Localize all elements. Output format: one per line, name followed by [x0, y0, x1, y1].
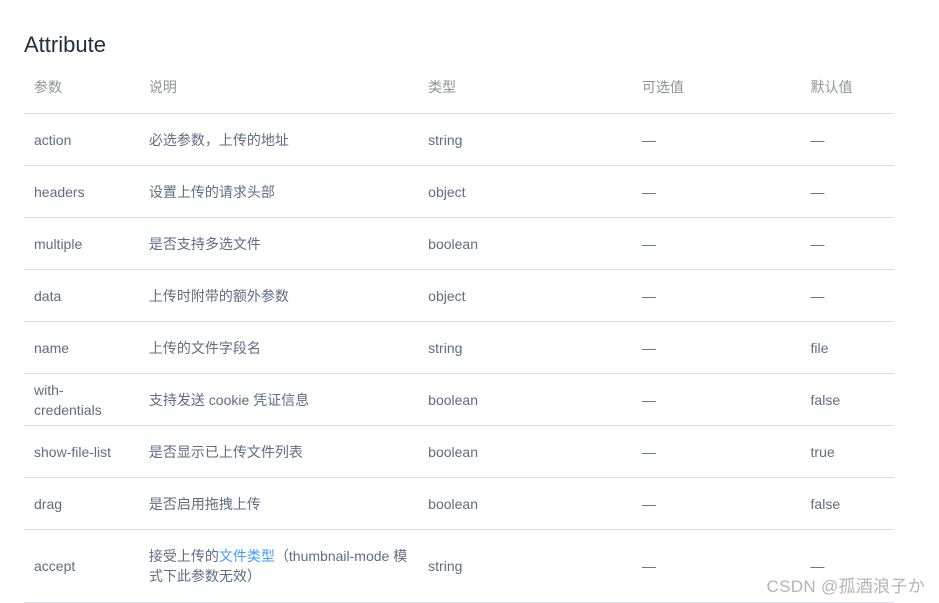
cell-default: file	[800, 321, 894, 374]
table-row: drag 是否启用拖拽上传 boolean — false	[24, 477, 894, 530]
table-row: accept 接受上传的文件类型（thumbnail-mode 模式下此参数无效…	[24, 529, 894, 603]
cell-default: true	[800, 425, 894, 478]
cell-param: headers	[24, 165, 139, 218]
cell-type: object	[418, 165, 632, 218]
file-type-link[interactable]: 文件类型	[219, 548, 275, 564]
cell-options: —	[631, 373, 801, 426]
cell-default: false	[800, 373, 894, 426]
cell-description: 必选参数，上传的地址	[138, 113, 419, 166]
cell-options: —	[631, 269, 801, 322]
cell-default: —	[800, 165, 894, 218]
cell-type: boolean	[418, 477, 632, 530]
cell-type: string	[418, 529, 632, 603]
column-header-description: 说明	[138, 61, 419, 114]
cell-param: data	[24, 269, 139, 322]
cell-description: 接受上传的文件类型（thumbnail-mode 模式下此参数无效）	[138, 529, 419, 603]
cell-param: drag	[24, 477, 139, 530]
cell-description: 上传时附带的额外参数	[138, 269, 419, 322]
cell-description: 是否启用拖拽上传	[138, 477, 419, 530]
column-header-default: 默认值	[800, 61, 894, 114]
cell-type: string	[418, 113, 632, 166]
table-row: with-credentials 支持发送 cookie 凭证信息 boolea…	[24, 373, 894, 426]
table-row: name 上传的文件字段名 string — file	[24, 321, 894, 374]
table-row: show-file-list 是否显示已上传文件列表 boolean — tru…	[24, 425, 894, 478]
cell-param: name	[24, 321, 139, 374]
cell-options: —	[631, 321, 801, 374]
cell-description: 是否支持多选文件	[138, 217, 419, 270]
table-row: data 上传时附带的额外参数 object — —	[24, 269, 894, 322]
cell-options: —	[631, 113, 801, 166]
column-header-param: 参数	[24, 61, 139, 114]
cell-param: action	[24, 113, 139, 166]
cell-description: 是否显示已上传文件列表	[138, 425, 419, 478]
cell-param: multiple	[24, 217, 139, 270]
cell-type: string	[418, 321, 632, 374]
cell-type: boolean	[418, 425, 632, 478]
cell-default: —	[800, 269, 894, 322]
page-title: Attribute	[24, 32, 106, 58]
cell-description: 设置上传的请求头部	[138, 165, 419, 218]
cell-options: —	[631, 477, 801, 530]
cell-description: 上传的文件字段名	[138, 321, 419, 374]
column-header-type: 类型	[418, 61, 632, 114]
cell-param: show-file-list	[24, 425, 139, 478]
attribute-table: 参数 说明 类型 可选值 默认值 action 必选参数，上传的地址 strin…	[24, 61, 894, 603]
table-header-row: 参数 说明 类型 可选值 默认值	[24, 61, 894, 114]
watermark: CSDN @孤酒浪子か	[766, 577, 925, 596]
cell-description: 支持发送 cookie 凭证信息	[138, 373, 419, 426]
cell-type: boolean	[418, 373, 632, 426]
cell-type: boolean	[418, 217, 632, 270]
cell-options: —	[631, 165, 801, 218]
cell-default: —	[800, 113, 894, 166]
table-row: multiple 是否支持多选文件 boolean — —	[24, 217, 894, 270]
cell-default: —	[800, 217, 894, 270]
cell-type: object	[418, 269, 632, 322]
table-row: action 必选参数，上传的地址 string — —	[24, 113, 894, 166]
table-row: headers 设置上传的请求头部 object — —	[24, 165, 894, 218]
description-text: 接受上传的	[148, 548, 219, 564]
cell-param: accept	[24, 529, 139, 603]
column-header-options: 可选值	[631, 61, 801, 114]
cell-param: with-credentials	[24, 373, 139, 426]
cell-options: —	[631, 425, 801, 478]
cell-options: —	[631, 217, 801, 270]
cell-default: false	[800, 477, 894, 530]
